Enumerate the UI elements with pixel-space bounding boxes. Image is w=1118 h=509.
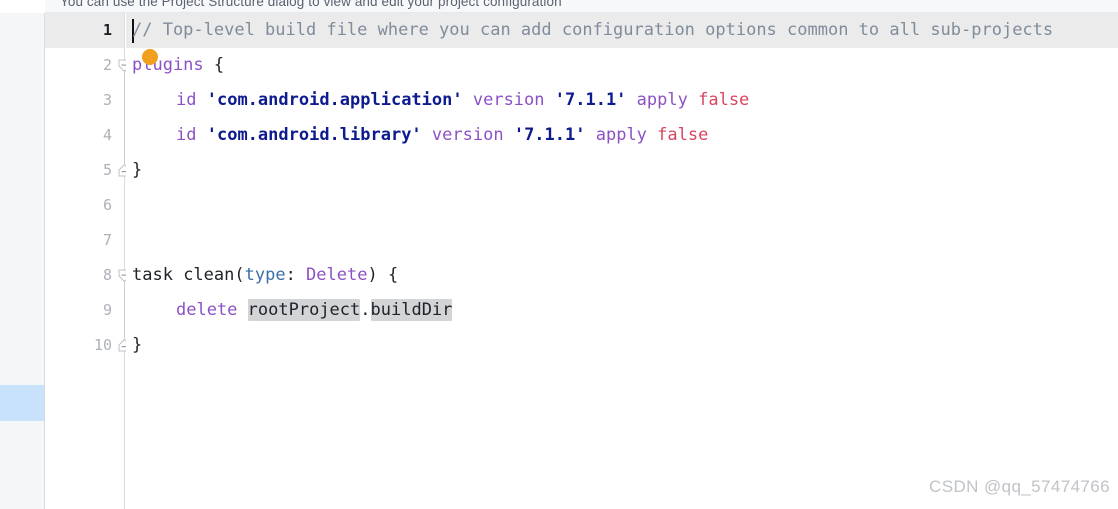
line-number-6[interactable]: 6 xyxy=(54,188,112,223)
code-token: id xyxy=(176,90,197,110)
code-token: } xyxy=(132,335,143,355)
code-token: . xyxy=(360,300,371,320)
fold-connector-line xyxy=(124,72,125,165)
code-token: version xyxy=(431,125,504,145)
code-token: task xyxy=(132,265,173,285)
code-token: id xyxy=(176,125,197,145)
code-token: ) { xyxy=(367,265,399,285)
line-number-1[interactable]: 1 xyxy=(54,13,112,48)
csdn-watermark: CSDN @qq_57474766 xyxy=(929,477,1110,496)
code-token: version xyxy=(472,90,545,110)
code-line-10[interactable]: } xyxy=(132,328,142,363)
code-token: buildDir xyxy=(370,299,453,321)
changed-lines-marker[interactable] xyxy=(0,385,44,421)
line-number-10[interactable]: 10 xyxy=(54,328,112,363)
project-structure-banner[interactable]: You can use the Project Structure dialog… xyxy=(45,0,1118,13)
code-line-1[interactable]: // Top-level build file where you can ad… xyxy=(132,13,1053,48)
code-token: 'com.android.application' xyxy=(206,90,463,110)
left-marker-gutter[interactable] xyxy=(0,13,45,509)
code-line-4[interactable]: id 'com.android.library' version '7.1.1'… xyxy=(176,118,708,153)
code-token: // Top-level build file where you can ad… xyxy=(132,20,1054,40)
line-number-3[interactable]: 3 xyxy=(54,83,112,118)
line-number-5[interactable]: 5 xyxy=(54,153,112,188)
code-editor-area[interactable]: // Top-level build file where you can ad… xyxy=(126,13,1118,509)
code-token: delete xyxy=(176,300,238,320)
code-token: rootProject xyxy=(247,299,361,321)
code-token: apply xyxy=(636,90,688,110)
code-token: Delete xyxy=(306,265,368,285)
code-token: clean( xyxy=(172,265,245,285)
code-line-9[interactable]: delete rootProject.buildDir xyxy=(176,293,453,328)
code-token: { xyxy=(203,55,225,75)
code-line-3[interactable]: id 'com.android.application' version '7.… xyxy=(176,83,749,118)
banner-message: You can use the Project Structure dialog… xyxy=(60,0,562,9)
code-token: '7.1.1' xyxy=(513,125,586,145)
editor-screen: You can use the Project Structure dialog… xyxy=(0,0,1118,509)
fold-connector-line xyxy=(124,282,125,340)
code-line-8[interactable]: task clean(type: Delete) { xyxy=(132,258,398,293)
code-token: false xyxy=(698,90,750,110)
line-number-2[interactable]: 2 xyxy=(54,48,112,83)
code-token: 'com.android.library' xyxy=(206,125,422,145)
code-line-5[interactable]: } xyxy=(132,153,142,188)
code-token: } xyxy=(132,160,143,180)
line-number-4[interactable]: 4 xyxy=(54,118,112,153)
code-token: apply xyxy=(595,125,647,145)
code-token: false xyxy=(657,125,709,145)
line-number-9[interactable]: 9 xyxy=(54,293,112,328)
lightbulb-icon[interactable] xyxy=(142,49,158,65)
line-number-8[interactable]: 8 xyxy=(54,258,112,293)
code-token: type xyxy=(244,265,286,285)
code-token: '7.1.1' xyxy=(554,90,627,110)
line-number-7[interactable]: 7 xyxy=(54,223,112,258)
code-token: : xyxy=(285,265,307,285)
